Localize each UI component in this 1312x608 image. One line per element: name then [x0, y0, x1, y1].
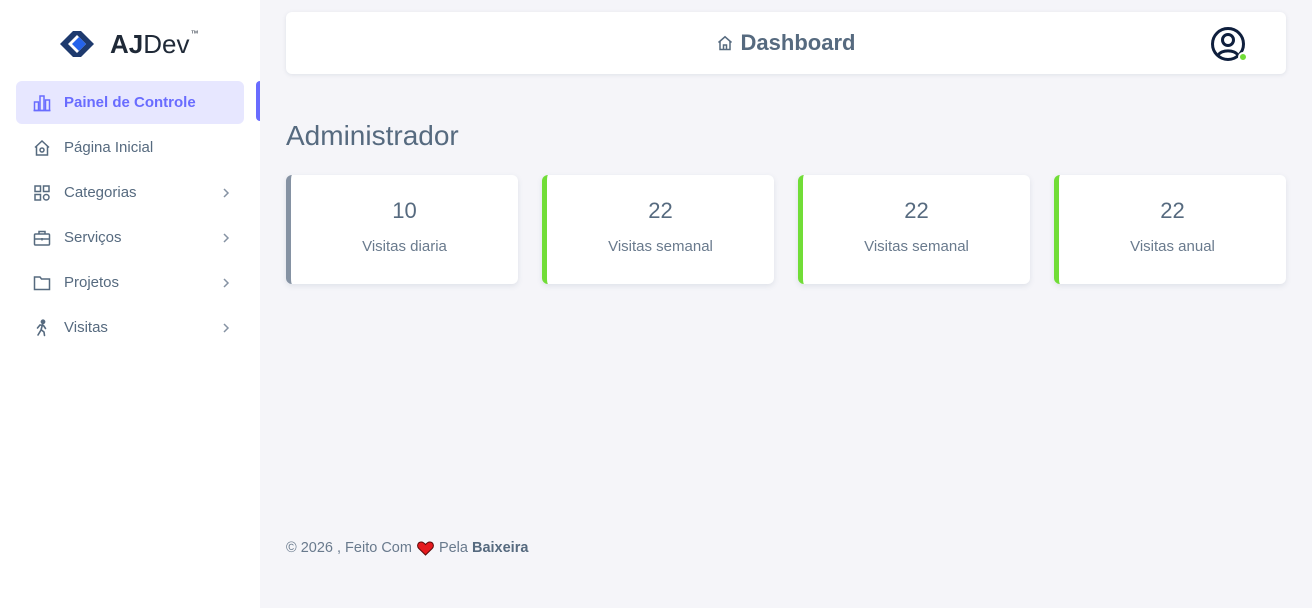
heart-icon	[417, 541, 434, 556]
stat-card-yearly: 22 Visitas anual	[1054, 175, 1286, 284]
sidebar-item-projetos[interactable]: Projetos	[16, 261, 244, 304]
sidebar-item-label: Painel de Controle	[64, 94, 196, 111]
walking-icon	[32, 318, 52, 338]
stat-label: Visitas semanal	[608, 238, 713, 255]
sidebar-item-label: Página Inicial	[64, 139, 154, 156]
briefcase-icon	[32, 228, 52, 248]
sidebar-item-pagina-inicial[interactable]: Página Inicial	[16, 126, 244, 169]
sidebar-item-label: Visitas	[64, 319, 108, 336]
page-title-text: Dashboard	[740, 30, 856, 55]
sidebar-item-categorias[interactable]: Categorias	[16, 171, 244, 214]
chevron-right-icon	[220, 277, 232, 289]
sidebar-item-label: Categorias	[64, 184, 137, 201]
brand-name-bold: AJ	[110, 29, 144, 59]
brand-name: AJ Dev ™	[110, 28, 199, 60]
footer-copyright: © 2026 , Feito Com	[286, 540, 412, 556]
grid-icon	[32, 183, 52, 203]
stat-card-weekly: 22 Visitas semanal	[542, 175, 774, 284]
stat-value: 22	[648, 198, 673, 223]
section-heading: Administrador	[286, 120, 459, 151]
stat-value: 10	[392, 198, 417, 223]
logo-mark-icon	[60, 30, 104, 58]
stat-card-daily: 10 Visitas diaria	[286, 175, 518, 284]
sidebar-item-servicos[interactable]: Serviços	[16, 216, 244, 259]
bar-chart-icon	[32, 93, 52, 113]
footer: © 2026 , Feito Com Pela Baixeira	[286, 538, 528, 558]
home-icon	[32, 138, 52, 158]
sidebar-item-painel[interactable]: Painel de Controle	[16, 81, 244, 124]
folder-icon	[32, 273, 52, 293]
home-icon	[717, 35, 733, 51]
stat-value: 22	[1160, 198, 1185, 223]
stat-label: Visitas diaria	[362, 238, 447, 255]
footer-author-link[interactable]: Baixeira	[472, 540, 528, 556]
brand-name-light: Dev	[143, 29, 190, 59]
page-title: Dashboard	[286, 12, 1286, 74]
stat-label: Visitas semanal	[864, 238, 969, 255]
active-menu-indicator	[256, 81, 260, 121]
footer-by-text: Pela	[438, 540, 468, 556]
top-navbar: Dashboard	[286, 12, 1286, 74]
online-status-dot	[1238, 52, 1248, 62]
sidebar-item-label: Serviços	[64, 229, 122, 246]
user-avatar[interactable]	[1210, 26, 1248, 62]
chevron-right-icon	[220, 187, 232, 199]
sidebar-menu: Painel de Controle Página Inicial Catego…	[16, 81, 244, 351]
trademark-symbol: ™	[190, 29, 199, 38]
stats-cards: 10 Visitas diaria 22 Visitas semanal 22 …	[286, 175, 1286, 284]
sidebar: AJ Dev ™ Painel de Controle Página Inicial	[0, 0, 260, 608]
brand-logo[interactable]: AJ Dev ™	[60, 28, 199, 60]
stat-label: Visitas anual	[1130, 238, 1215, 255]
chevron-right-icon	[220, 232, 232, 244]
sidebar-item-label: Projetos	[64, 274, 120, 291]
stat-value: 22	[904, 198, 929, 223]
sidebar-item-visitas[interactable]: Visitas	[16, 306, 244, 349]
stat-card-weekly-2: 22 Visitas semanal	[798, 175, 1030, 284]
chevron-right-icon	[220, 322, 232, 334]
